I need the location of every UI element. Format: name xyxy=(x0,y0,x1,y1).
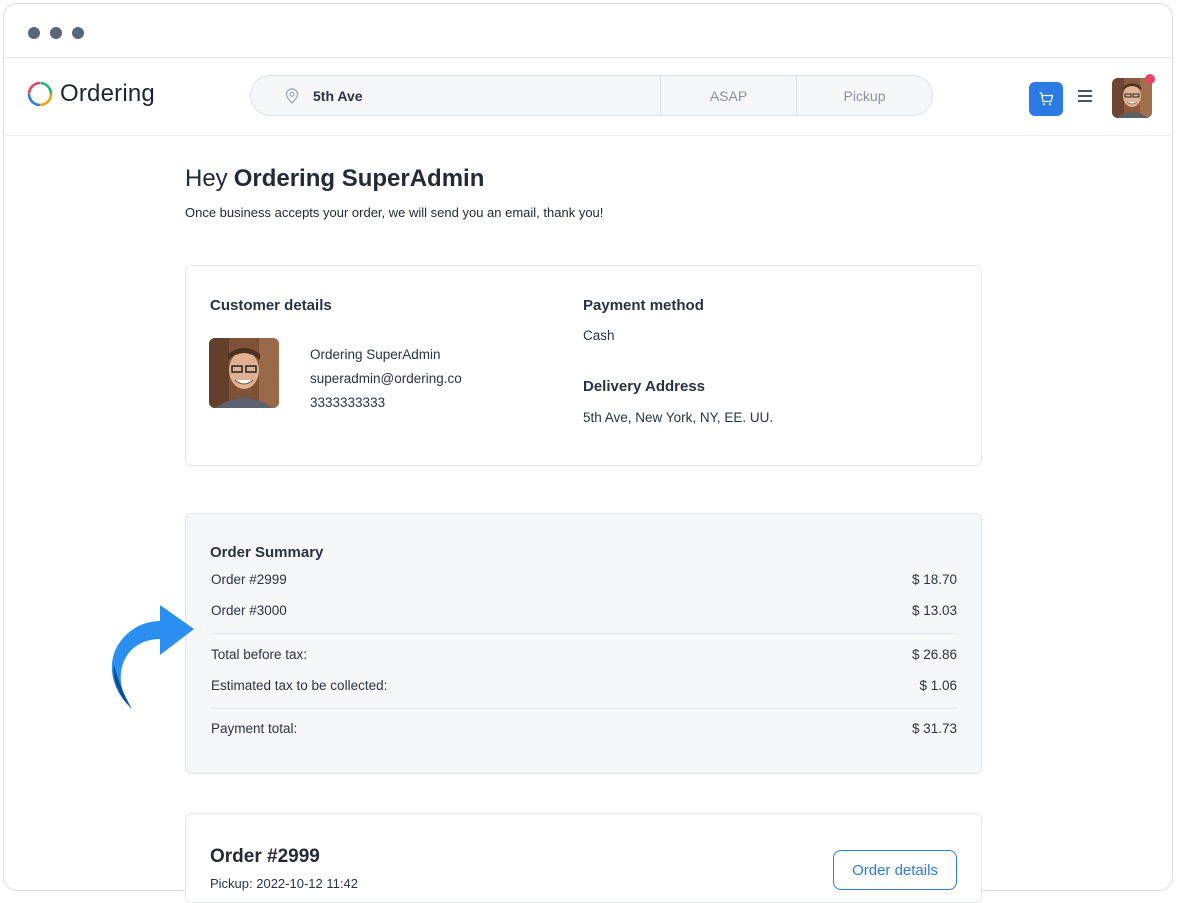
total-amount: $ 31.73 xyxy=(911,721,957,736)
customer-photo-icon xyxy=(209,338,279,408)
address-selector[interactable]: 5th Ave xyxy=(251,76,661,115)
user-avatar[interactable] xyxy=(1112,78,1152,118)
greeting-name: Ordering SuperAdmin xyxy=(233,165,485,192)
window-dot xyxy=(50,27,62,39)
time-selector[interactable]: ASAP xyxy=(661,76,797,115)
total-label: Payment total: xyxy=(211,721,298,736)
summary-order-label: Order #3000 xyxy=(211,603,287,618)
customer-name: Ordering SuperAdmin xyxy=(310,347,441,362)
curved-arrow-icon xyxy=(111,605,194,709)
page-title: Hey Ordering SuperAdmin xyxy=(185,165,484,193)
order-pickup-time: Pickup: 2022-10-12 11:42 xyxy=(210,876,358,891)
customer-card: Customer details Ordering SuperAdmin sup… xyxy=(185,265,982,466)
payment-method-title: Payment method xyxy=(583,297,704,314)
summary-order-amount: $ 13.03 xyxy=(911,603,957,618)
customer-avatar xyxy=(209,338,279,408)
summary-order-label: Order #2999 xyxy=(211,572,287,587)
summary-row-tax: Estimated tax to be collected: $ 1.06 xyxy=(211,678,957,693)
summary-row-total: Payment total: $ 31.73 xyxy=(211,721,957,736)
payment-method-value: Cash xyxy=(583,328,615,343)
cart-button[interactable] xyxy=(1029,82,1063,116)
hamburger-menu-icon[interactable] xyxy=(1078,90,1092,102)
brand-name: Ordering xyxy=(60,80,155,107)
cart-icon xyxy=(1039,92,1054,106)
location-pin-icon xyxy=(285,87,299,104)
order-search-bar: 5th Ave ASAP Pickup xyxy=(250,75,933,116)
order-details-button[interactable]: Order details xyxy=(833,850,957,890)
subtotal-amount: $ 26.86 xyxy=(911,647,957,662)
window-chrome xyxy=(4,4,1172,58)
summary-row-order: Order #2999 $ 18.70 xyxy=(211,572,957,587)
customer-email: superadmin@ordering.co xyxy=(310,371,462,386)
delivery-address-title: Delivery Address xyxy=(583,378,706,395)
ordering-logo-icon xyxy=(27,81,53,107)
subtotal-label: Total before tax: xyxy=(211,647,308,662)
order-summary-title: Order Summary xyxy=(210,544,324,561)
window-dot xyxy=(28,27,40,39)
summary-order-amount: $ 18.70 xyxy=(911,572,957,587)
brand-logo[interactable]: Ordering xyxy=(26,80,155,108)
address-value: 5th Ave xyxy=(313,87,363,104)
tax-amount: $ 1.06 xyxy=(919,678,957,693)
order-card: Order #2999 Pickup: 2022-10-12 11:42 Ord… xyxy=(185,813,982,903)
order-summary-card: Order Summary Order #2999 $ 18.70 Order … xyxy=(185,513,982,774)
user-photo-icon xyxy=(1112,78,1152,118)
confirmation-message: Once business accepts your order, we wil… xyxy=(185,205,604,220)
summary-divider xyxy=(211,708,957,709)
customer-phone: 3333333333 xyxy=(310,395,386,410)
tax-label: Estimated tax to be collected: xyxy=(211,678,388,693)
order-type-selector[interactable]: Pickup xyxy=(797,76,932,115)
summary-divider xyxy=(211,633,957,634)
order-number: Order #2999 xyxy=(210,846,320,867)
notification-badge xyxy=(1145,74,1155,84)
customer-details-title: Customer details xyxy=(210,297,332,314)
summary-row-subtotal: Total before tax: $ 26.86 xyxy=(211,647,957,662)
greeting-hey: Hey xyxy=(185,165,228,192)
customer-info: Ordering SuperAdmin superadmin@ordering.… xyxy=(310,343,462,415)
navbar: Ordering 5th Ave ASAP Pickup xyxy=(4,59,1172,136)
window-dot xyxy=(72,27,84,39)
summary-row-order: Order #3000 $ 13.03 xyxy=(211,603,957,618)
delivery-address-value: 5th Ave, New York, NY, EE. UU. xyxy=(583,410,774,425)
